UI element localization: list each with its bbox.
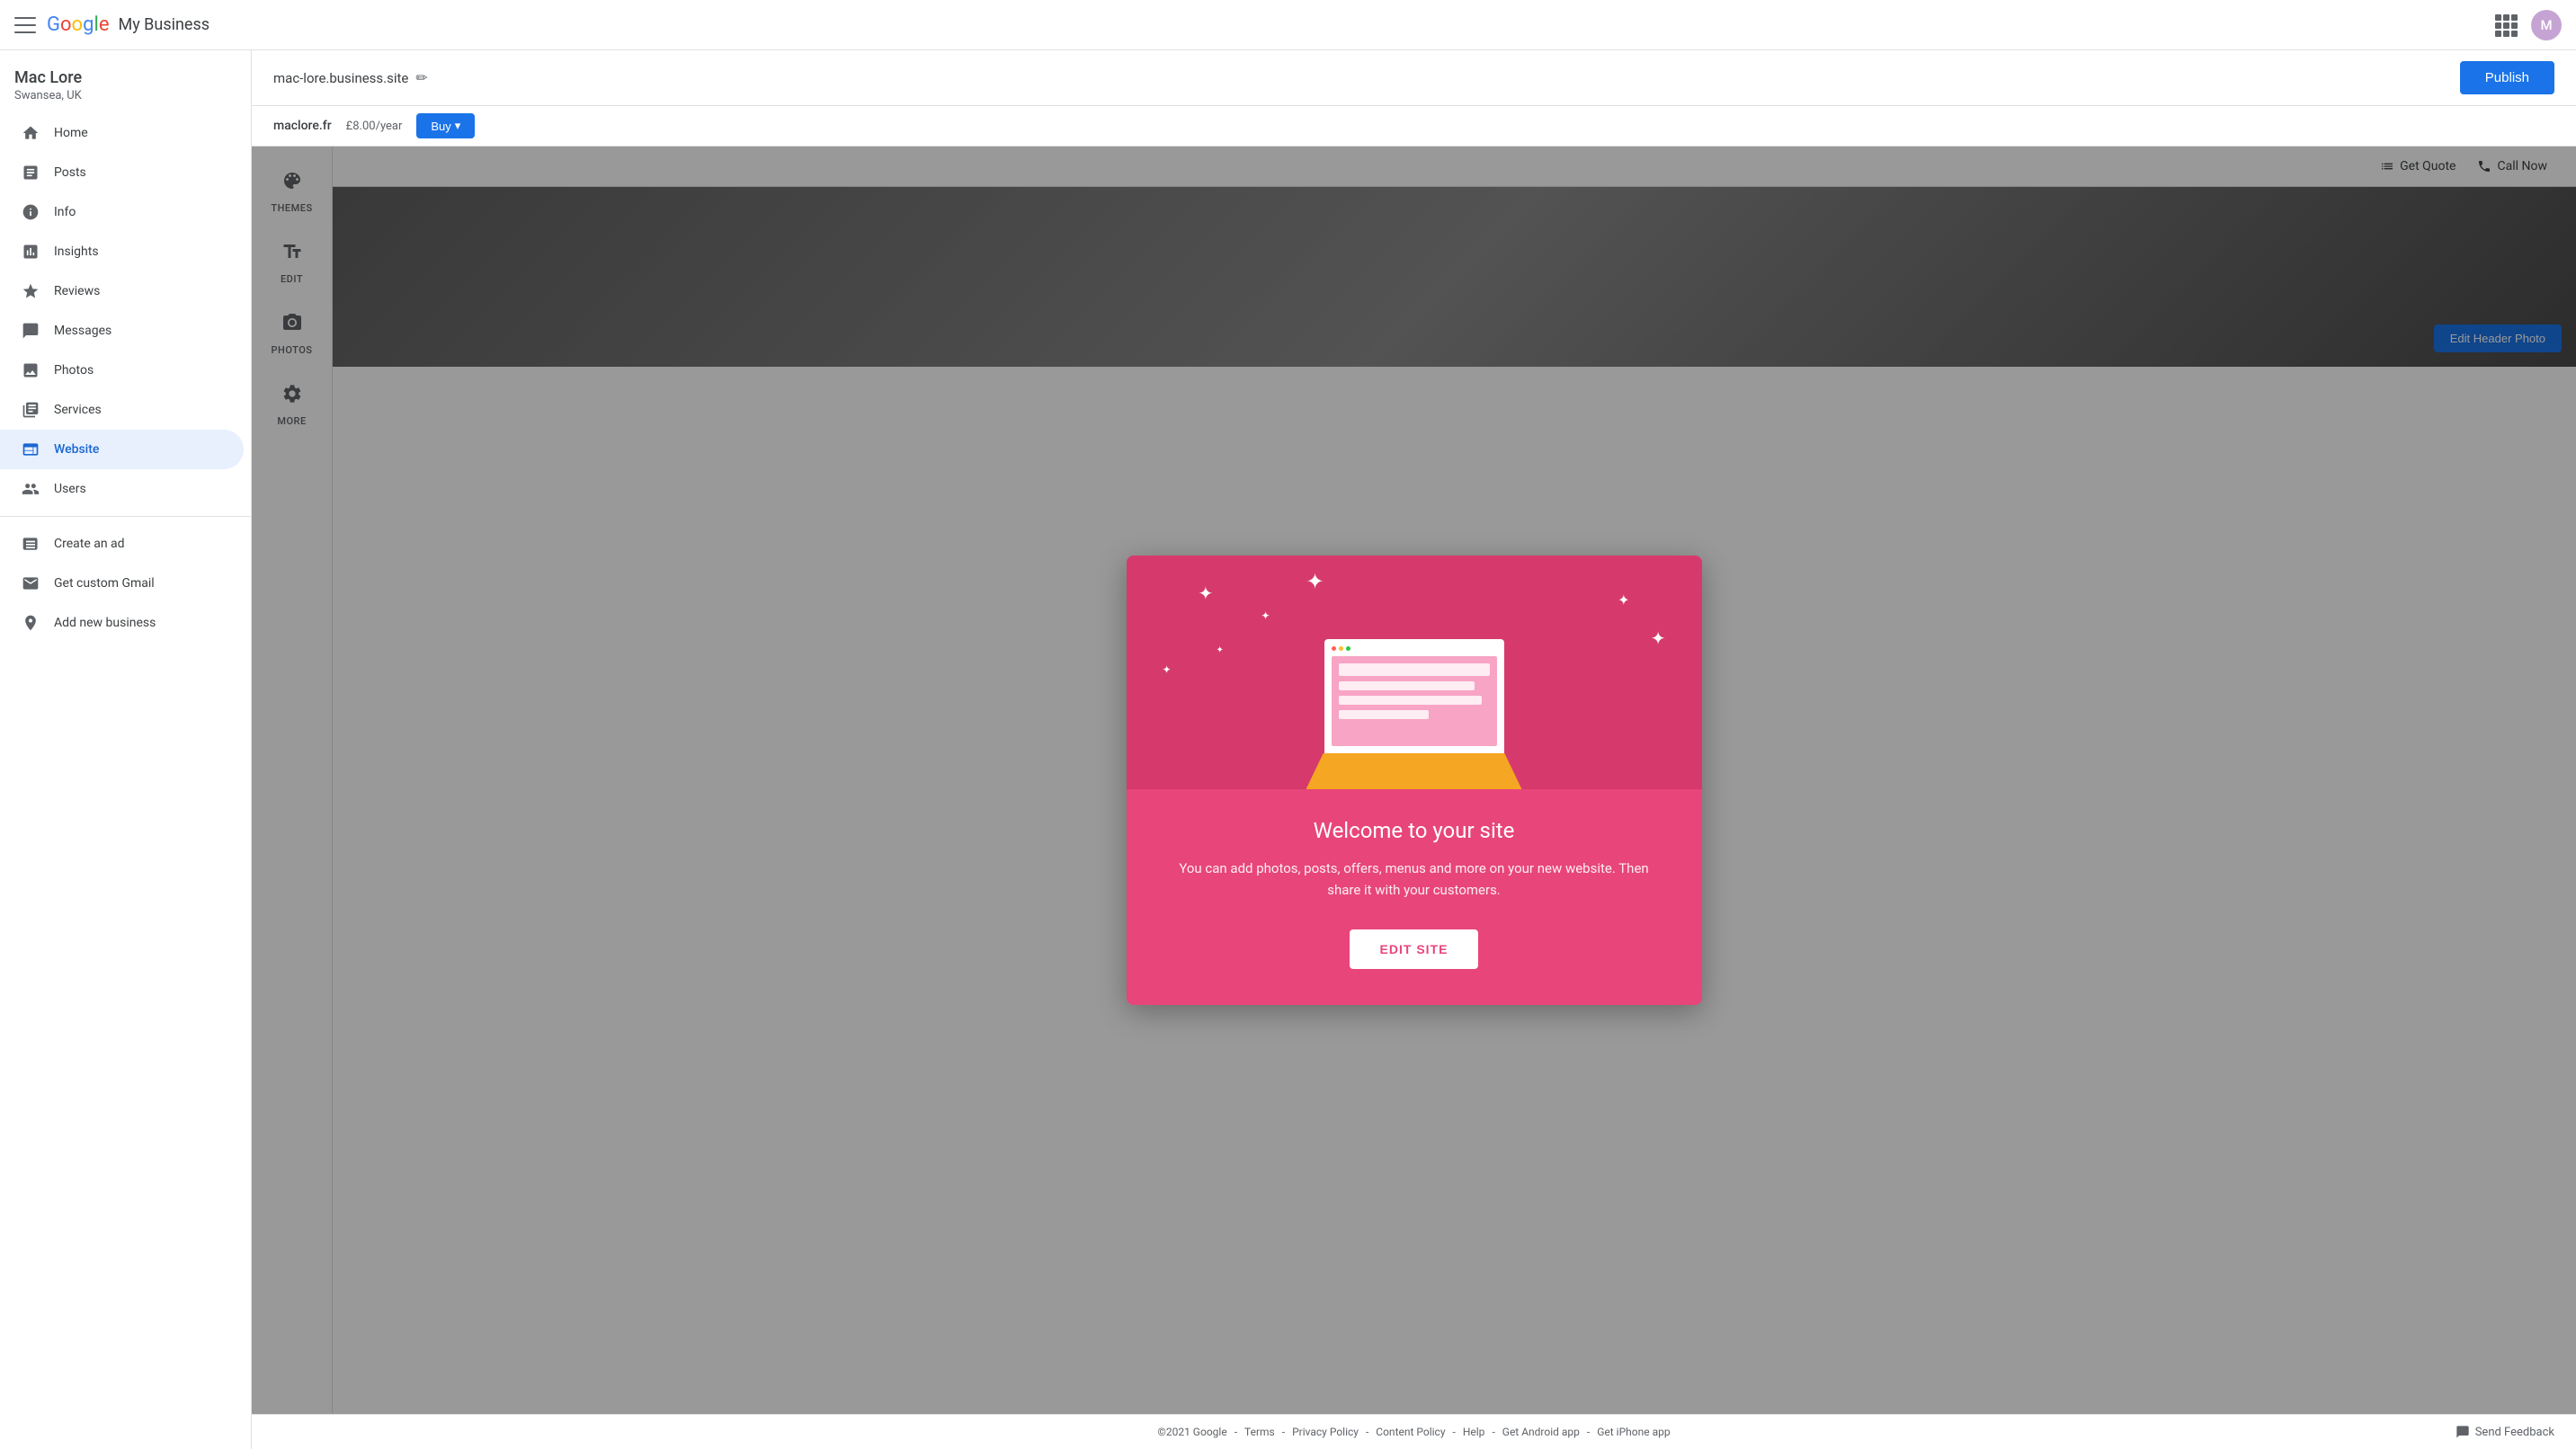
sidebar-item-posts[interactable]: Posts — [0, 153, 244, 192]
edit-site-button[interactable]: EDIT SITE — [1350, 929, 1479, 969]
add-business-icon — [22, 614, 40, 632]
top-bar-right: M — [2495, 10, 2562, 40]
footer-link-android[interactable]: Get Android app — [1502, 1426, 1580, 1438]
sidebar-label-custom-gmail: Get custom Gmail — [54, 576, 155, 591]
sidebar-label-services: Services — [54, 403, 102, 417]
sidebar-label-messages: Messages — [54, 324, 111, 338]
insights-icon — [22, 243, 40, 261]
google-logo: Google — [47, 13, 109, 36]
send-feedback-button[interactable]: Send Feedback — [2456, 1425, 2554, 1439]
modal-illustration: ✦ ✦ ✦ ✦ ✦ ✦ ✦ — [1127, 556, 1702, 789]
send-feedback-label: Send Feedback — [2475, 1426, 2554, 1439]
sidebar-item-website[interactable]: Website — [0, 430, 244, 469]
sidebar-item-add-business[interactable]: Add new business — [0, 603, 244, 643]
sidebar-item-create-ad[interactable]: Create an ad — [0, 524, 244, 564]
footer-link-privacy[interactable]: Privacy Policy — [1292, 1426, 1359, 1438]
sidebar-item-custom-gmail[interactable]: Get custom Gmail — [0, 564, 244, 603]
sidebar-label-create-ad: Create an ad — [54, 537, 125, 551]
footer-link-content[interactable]: Content Policy — [1376, 1426, 1445, 1438]
logo-area: Google My Business — [47, 13, 209, 36]
site-url: mac-lore.business.site — [273, 70, 408, 86]
modal-description: You can add photos, posts, offers, menus… — [1170, 858, 1659, 901]
sidebar-label-website: Website — [54, 442, 99, 457]
laptop-illustration — [1324, 639, 1504, 789]
user-name: Mac Lore — [14, 68, 236, 87]
url-display: mac-lore.business.site ✏ — [273, 69, 428, 86]
sidebar-label-info: Info — [54, 205, 76, 219]
footer: ©2021 Google - Terms - Privacy Policy - … — [252, 1414, 2576, 1449]
reviews-icon — [22, 282, 40, 300]
edit-url-icon[interactable]: ✏ — [415, 69, 427, 86]
sparkle-icon-2: ✦ — [1306, 569, 1324, 594]
sidebar-label-home: Home — [54, 126, 88, 140]
content-header: mac-lore.business.site ✏ Publish — [252, 50, 2576, 106]
laptop-screen-inner — [1332, 656, 1497, 746]
sparkle-icon-6: ✦ — [1217, 645, 1224, 655]
domain-bar: maclore.fr £8.00/year Buy ▾ — [252, 106, 2576, 147]
sidebar-item-home[interactable]: Home — [0, 113, 244, 153]
sparkle-icon-3: ✦ — [1618, 591, 1629, 609]
domain-name: maclore.fr — [273, 119, 332, 133]
sidebar: Mac Lore Swansea, UK Home Posts — [0, 50, 252, 1449]
services-icon — [22, 401, 40, 419]
domain-price: £8.00/year — [346, 120, 403, 133]
footer-copyright: ©2021 Google — [1157, 1426, 1226, 1438]
hamburger-menu[interactable] — [14, 14, 36, 36]
sidebar-item-messages[interactable]: Messages — [0, 311, 244, 351]
content-area: mac-lore.business.site ✏ Publish maclore… — [252, 50, 2576, 1449]
footer-link-help[interactable]: Help — [1463, 1426, 1485, 1438]
sidebar-item-info[interactable]: Info — [0, 192, 244, 232]
avatar[interactable]: M — [2531, 10, 2562, 40]
app-name: My Business — [118, 15, 209, 34]
user-section: Mac Lore Swansea, UK — [0, 50, 251, 113]
sparkle-icon-1: ✦ — [1199, 582, 1214, 604]
footer-link-iphone[interactable]: Get iPhone app — [1597, 1426, 1670, 1438]
sidebar-label-photos: Photos — [54, 363, 94, 378]
welcome-modal: ✦ ✦ ✦ ✦ ✦ ✦ ✦ — [1127, 556, 1702, 1005]
sidebar-item-photos[interactable]: Photos — [0, 351, 244, 390]
users-icon — [22, 480, 40, 498]
footer-link-terms[interactable]: Terms — [1244, 1426, 1275, 1438]
info-icon — [22, 203, 40, 221]
sidebar-item-services[interactable]: Services — [0, 390, 244, 430]
dropdown-chevron-icon: ▾ — [455, 119, 461, 133]
top-bar: Google My Business M — [0, 0, 2576, 50]
posts-icon — [22, 164, 40, 182]
sparkle-icon-5: ✦ — [1163, 663, 1172, 676]
buy-button[interactable]: Buy ▾ — [416, 113, 475, 138]
grid-apps-icon[interactable] — [2495, 14, 2517, 36]
modal-title: Welcome to your site — [1170, 818, 1659, 843]
create-ad-icon — [22, 535, 40, 553]
photos-icon — [22, 361, 40, 379]
home-icon — [22, 124, 40, 142]
sparkle-icon-4: ✦ — [1651, 627, 1666, 649]
sidebar-label-users: Users — [54, 482, 86, 496]
sidebar-label-reviews: Reviews — [54, 284, 100, 298]
sidebar-label-insights: Insights — [54, 244, 99, 259]
messages-icon — [22, 322, 40, 340]
preview-wrapper: THEMES EDIT PHOTOS — [252, 147, 2576, 1414]
sidebar-label-add-business: Add new business — [54, 616, 156, 630]
sidebar-item-users[interactable]: Users — [0, 469, 244, 509]
modal-overlay: ✦ ✦ ✦ ✦ ✦ ✦ ✦ — [252, 147, 2576, 1414]
website-icon — [22, 440, 40, 458]
sidebar-label-posts: Posts — [54, 165, 86, 180]
user-location: Swansea, UK — [14, 89, 236, 102]
footer-sep-1: - — [1235, 1426, 1237, 1438]
publish-button[interactable]: Publish — [2460, 61, 2554, 94]
sparkle-icon-7: ✦ — [1261, 609, 1270, 622]
nav-divider — [0, 516, 251, 517]
laptop-base — [1306, 753, 1522, 789]
sidebar-item-reviews[interactable]: Reviews — [0, 271, 244, 311]
laptop-screen — [1324, 639, 1504, 753]
sidebar-item-insights[interactable]: Insights — [0, 232, 244, 271]
gmail-icon — [22, 574, 40, 592]
modal-content: Welcome to your site You can add photos,… — [1127, 789, 1702, 1005]
